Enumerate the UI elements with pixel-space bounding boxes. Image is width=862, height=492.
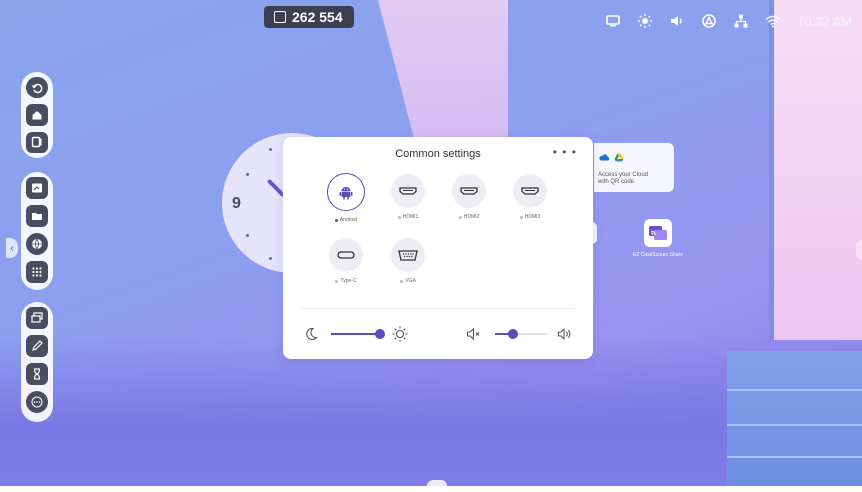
status-dot: [458, 215, 462, 219]
home-button[interactable]: [26, 104, 48, 126]
timer-button[interactable]: [26, 363, 48, 385]
desktop-app-screen-share[interactable]: EZ Cast/Screen Share: [628, 219, 688, 258]
all-apps-button[interactable]: [26, 261, 48, 283]
volume-slider[interactable]: [495, 329, 547, 339]
source-label: Type-C: [340, 278, 357, 284]
browser-button[interactable]: [26, 233, 48, 255]
more-tools-button[interactable]: [26, 391, 48, 413]
cloud-card-line1: Access your Cloud: [598, 172, 649, 178]
sidebar-collapse-handle[interactable]: ‹: [6, 238, 18, 258]
mute-icon: [466, 326, 482, 342]
status-dot: [397, 215, 401, 219]
desktop-app-label: EZ Cast/Screen Share: [632, 252, 684, 258]
clock-tick: [269, 257, 272, 260]
wallpaper-shape: [769, 0, 774, 340]
source-vga[interactable]: VGA: [382, 238, 434, 284]
clock-numeral: 9: [232, 195, 241, 212]
clock-tick: [246, 173, 249, 176]
source-label: Android: [339, 217, 358, 223]
screen-share-status-icon[interactable]: [605, 13, 621, 29]
recent-apps-button[interactable]: [26, 131, 48, 153]
active-indicator: [334, 218, 338, 222]
vga-port-icon: [391, 238, 425, 272]
hotspot-icon[interactable]: [701, 13, 717, 29]
volume-icon[interactable]: [669, 13, 685, 29]
panel-divider: [301, 308, 575, 309]
sidebar-group-tools: [21, 302, 53, 422]
source-type-c[interactable]: Type-C: [320, 238, 372, 284]
right-edge-handle[interactable]: [856, 240, 862, 260]
status-dot: [400, 279, 404, 283]
brightness-fill: [331, 333, 381, 335]
usb-c-icon: [329, 238, 363, 272]
status-dot: [519, 215, 523, 219]
bottom-swipe-handle[interactable]: [427, 480, 447, 492]
source-hdmi2[interactable]: HDMI2: [443, 174, 495, 220]
screen-share-icon: [644, 219, 672, 247]
sun-icon: [392, 326, 408, 342]
wifi-icon[interactable]: [765, 13, 781, 29]
display-icon: [274, 11, 286, 23]
status-bar: 10:32 AM: [605, 13, 852, 29]
status-dot: [335, 279, 339, 283]
cloud-card-line2: with QR code: [598, 179, 635, 185]
sidebar-group-navigation: [21, 72, 53, 158]
screen-share-button[interactable]: [26, 307, 48, 329]
source-label: VGA: [405, 278, 416, 284]
google-drive-icon[interactable]: [613, 152, 624, 163]
hdmi-port-icon: [391, 174, 425, 208]
top-counter-badge[interactable]: 262 554: [264, 6, 354, 28]
brightness-slider[interactable]: [331, 329, 385, 339]
brightness-knob[interactable]: [375, 329, 385, 339]
clock-tick: [246, 234, 249, 237]
common-settings-panel: Common settings • • • Android HDMI1 HDMI…: [283, 137, 593, 359]
android-icon: [327, 173, 365, 211]
hdmi-port-icon: [513, 174, 547, 208]
counter-value: 262 554: [292, 9, 343, 25]
wallpaper-shape: [772, 0, 862, 340]
hdmi-port-icon: [452, 174, 486, 208]
source-label: HDMI2: [463, 214, 480, 220]
whiteboard-button[interactable]: [26, 177, 48, 199]
network-icon[interactable]: [733, 13, 749, 29]
more-options-button[interactable]: • • •: [553, 145, 577, 159]
source-hdmi1[interactable]: HDMI1: [382, 174, 434, 220]
moon-icon: [303, 326, 319, 342]
cloud-access-card[interactable]: Access your Cloud with QR code: [594, 143, 674, 192]
annotation-pen-button[interactable]: [26, 335, 48, 357]
volume-knob[interactable]: [508, 329, 518, 339]
volume-high-icon: [557, 326, 573, 342]
source-label: HDMI3: [524, 214, 541, 220]
source-android[interactable]: Android: [320, 173, 372, 223]
source-hdmi3[interactable]: HDMI3: [504, 174, 556, 220]
source-label: HDMI1: [402, 214, 419, 220]
back-button[interactable]: [26, 77, 48, 99]
clock-time: 10:32 AM: [797, 13, 852, 29]
sidebar-group-apps: [21, 172, 53, 290]
clock-tick: [269, 148, 272, 151]
file-manager-button[interactable]: [26, 205, 48, 227]
onedrive-icon[interactable]: [598, 152, 609, 163]
wallpaper-shape: [727, 351, 862, 486]
panel-title: Common settings: [395, 148, 481, 160]
brightness-icon[interactable]: [637, 13, 653, 29]
